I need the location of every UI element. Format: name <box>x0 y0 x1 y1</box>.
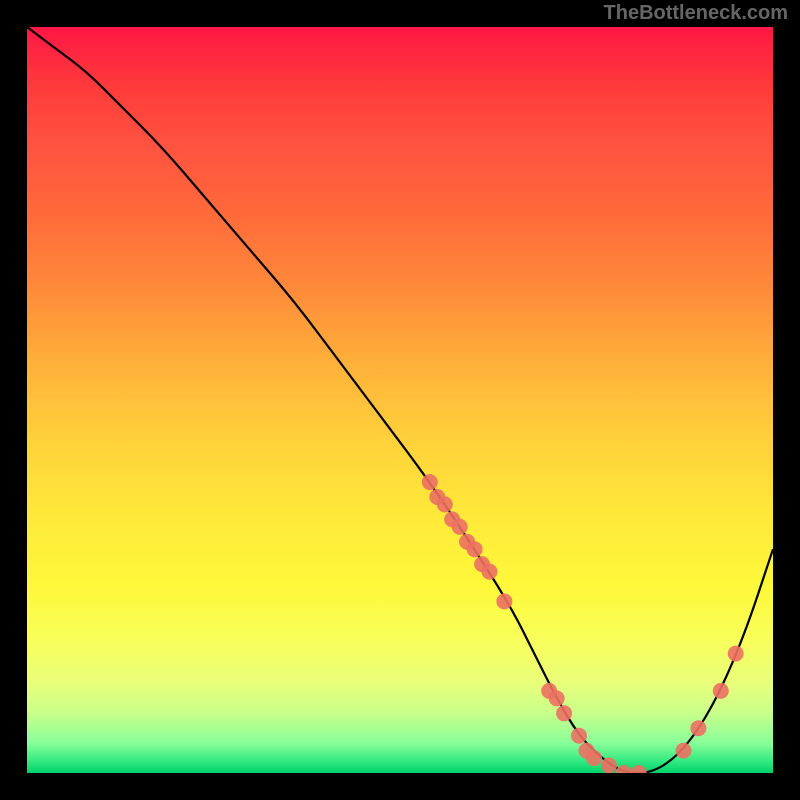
plot-area <box>27 27 773 773</box>
chart-container: TheBottleneck.com <box>0 0 800 800</box>
watermark-text: TheBottleneck.com <box>604 2 788 25</box>
gradient-background <box>27 27 773 773</box>
